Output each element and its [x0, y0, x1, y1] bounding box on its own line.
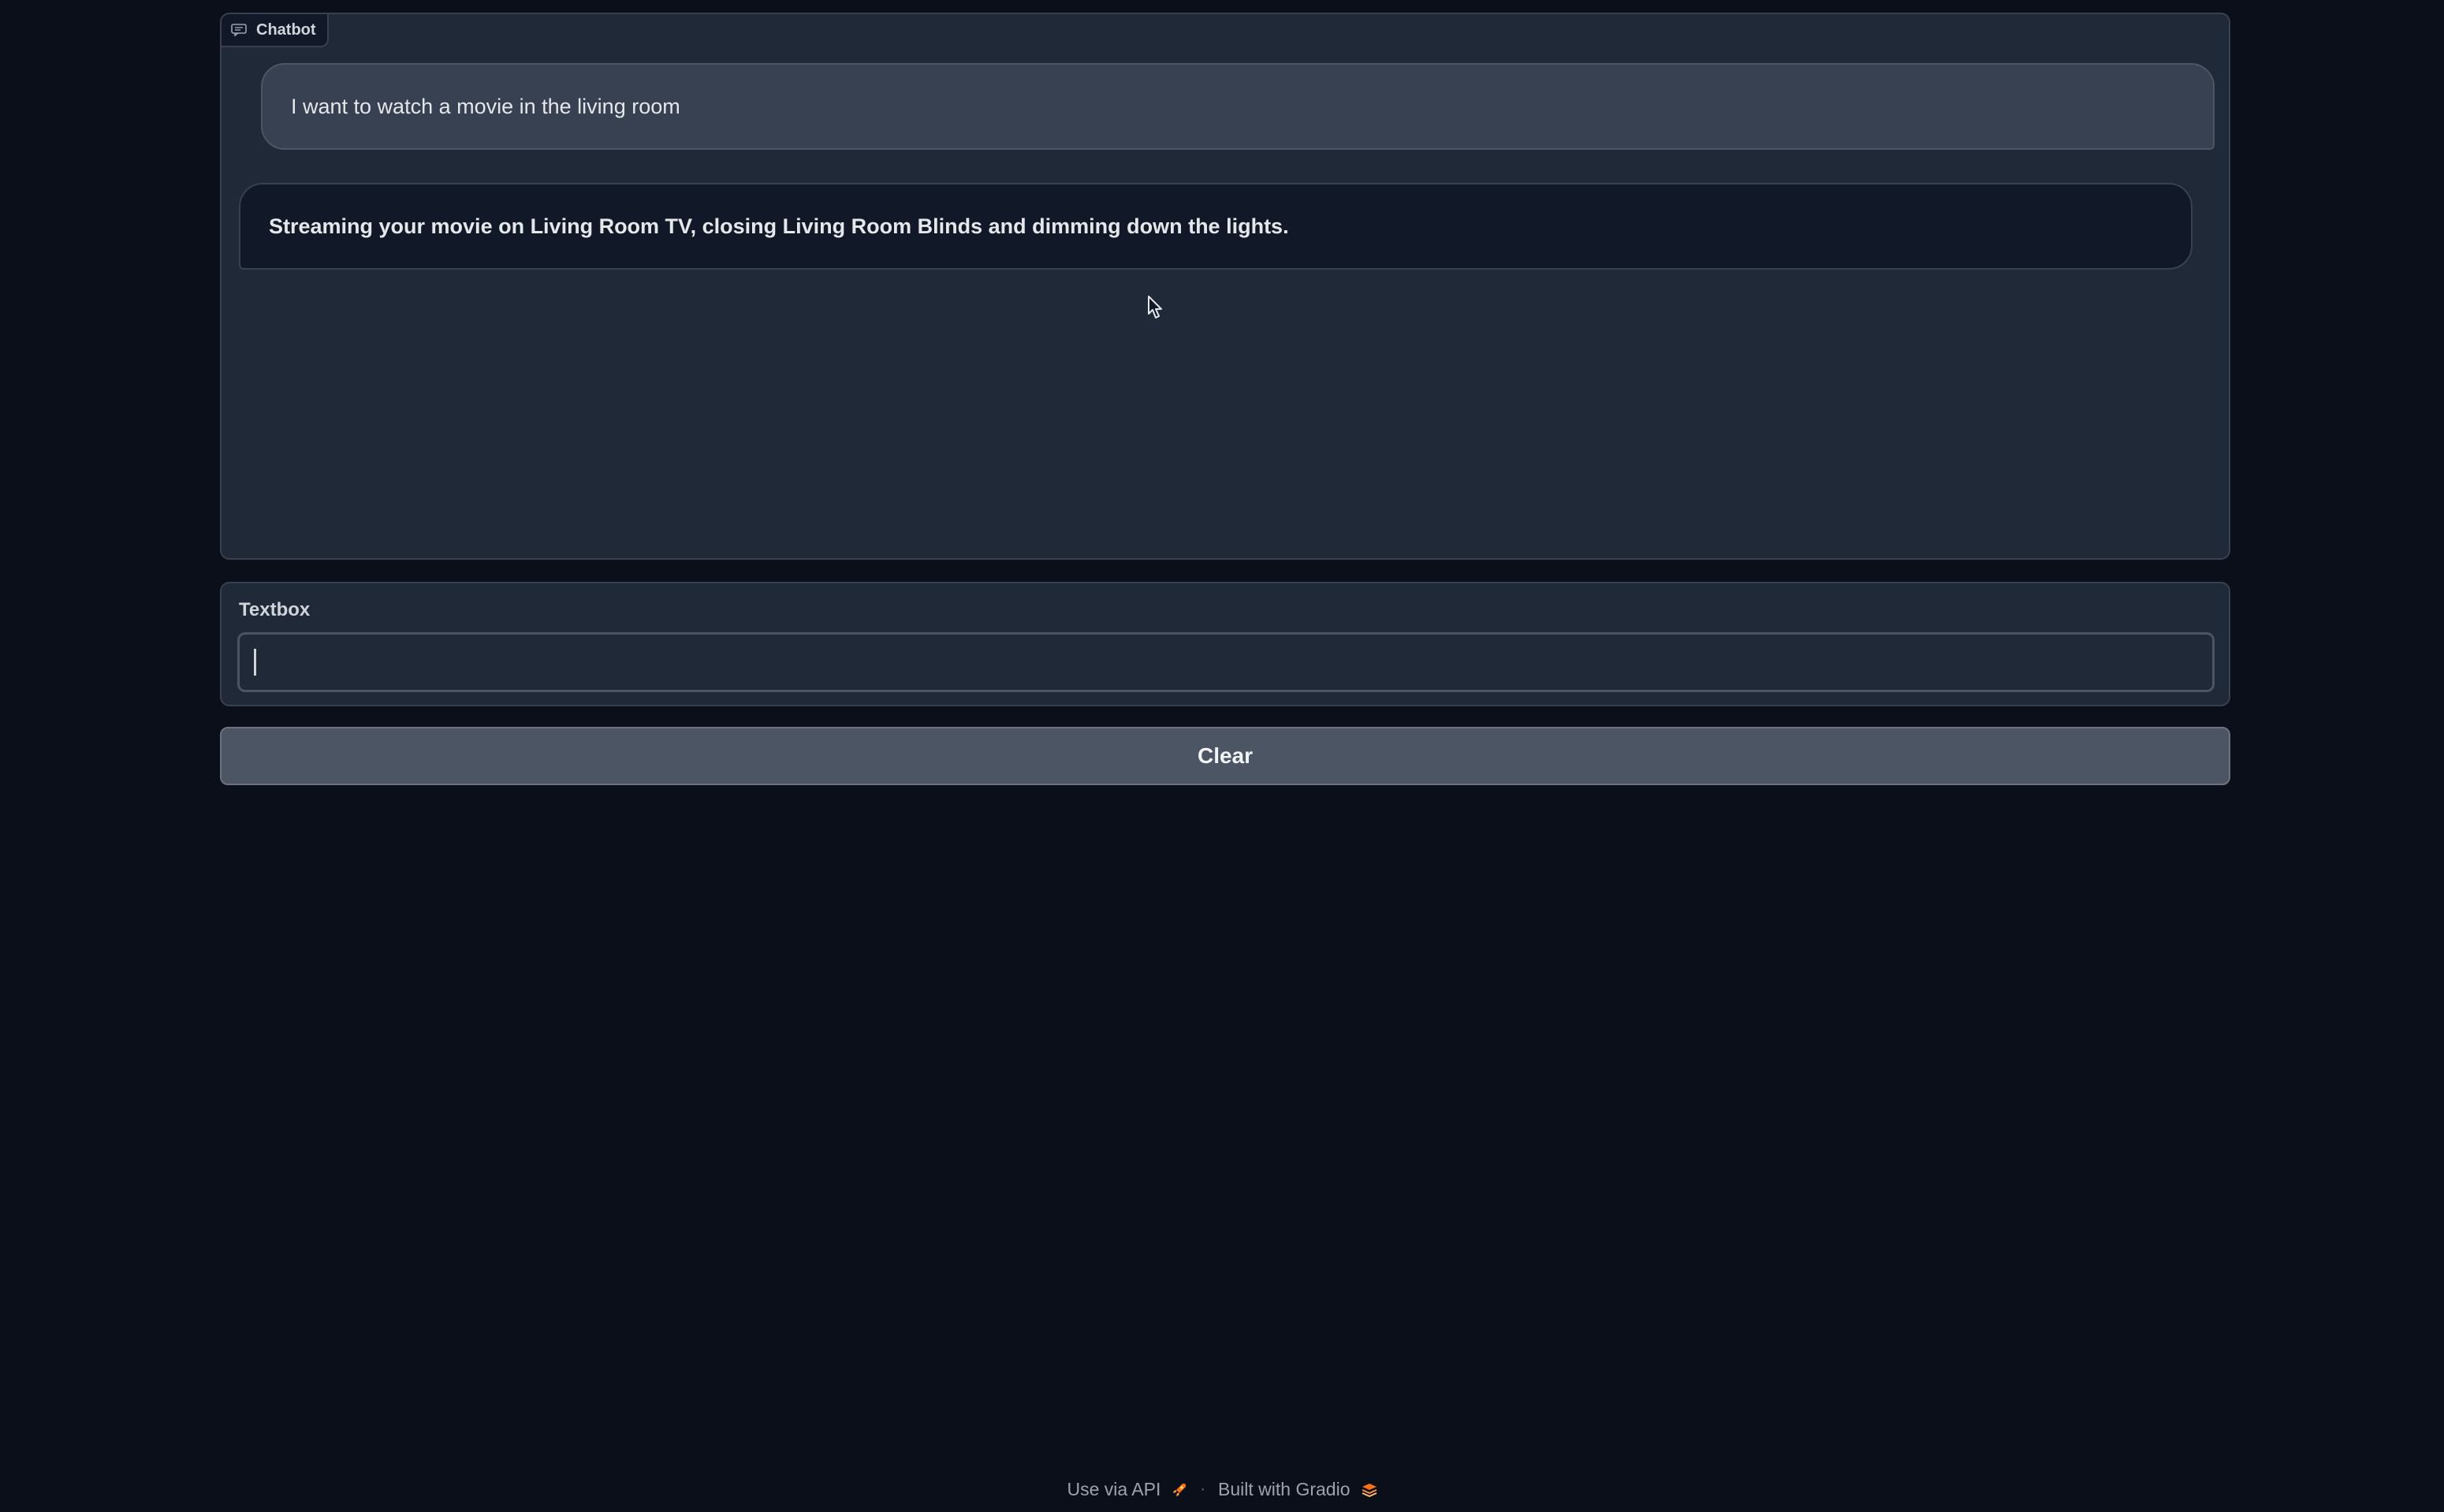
textbox-panel: Textbox: [220, 582, 2230, 706]
mouse-cursor-icon: [1148, 296, 1162, 318]
rocket-icon: [1173, 1483, 1187, 1496]
built-with-gradio-text: Built with Gradio: [1218, 1479, 1351, 1499]
user-message: I want to watch a movie in the living ro…: [261, 63, 2215, 150]
user-message-text: I want to watch a movie in the living ro…: [291, 94, 680, 118]
gradio-logo-icon: [1362, 1483, 1377, 1497]
footer: Use via API · Built with Gradio: [0, 1479, 2444, 1500]
chat-bubble-icon: [231, 24, 247, 36]
bot-message-text: Streaming your movie on Living Room TV, …: [269, 214, 1289, 238]
clear-button[interactable]: Clear: [220, 727, 2230, 785]
chatbot-label-text: Chatbot: [256, 20, 316, 39]
footer-separator: ·: [1200, 1480, 1206, 1498]
textbox-label: Textbox: [239, 599, 311, 620]
bot-message: Streaming your movie on Living Room TV, …: [239, 183, 2193, 270]
use-via-api-text: Use via API: [1067, 1479, 1161, 1499]
use-via-api-link[interactable]: Use via API: [1067, 1479, 1187, 1500]
text-caret: [254, 649, 256, 676]
built-with-gradio-link[interactable]: Built with Gradio: [1218, 1479, 1377, 1500]
chatbot-label: Chatbot: [222, 14, 329, 47]
chatbot-panel: Chatbot I want to watch a movie in the l…: [220, 13, 2230, 560]
message-input[interactable]: [237, 632, 2215, 692]
